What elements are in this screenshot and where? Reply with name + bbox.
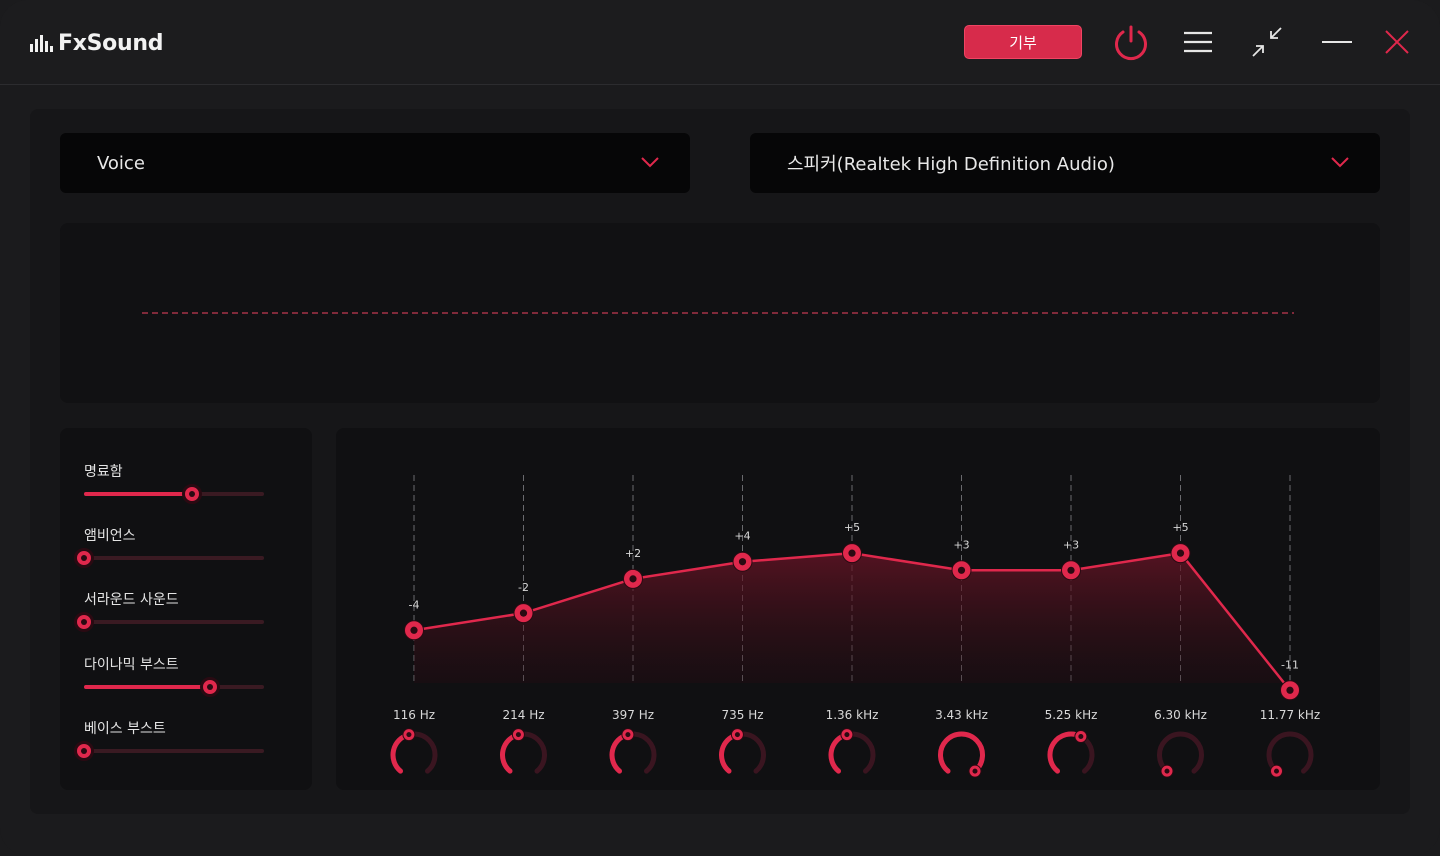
effect-label: 다이나믹 부스트	[84, 657, 179, 673]
band-gain-handle-center	[629, 575, 637, 583]
equalizer-panel: -4 116 Hz -2 214 Hz +2 397 Hz +4 735 Hz +5 1.36 k…	[336, 428, 1380, 790]
band-frequency-label: 11.77 kHz	[1260, 708, 1320, 722]
band-gain-handle-center	[1176, 549, 1185, 557]
band-knob-handle-center	[1078, 733, 1084, 739]
output-device-value: 스피커(Realtek High Definition Audio)	[787, 154, 1115, 175]
eq-curve-area	[414, 553, 1290, 691]
band-gain-label: +2	[625, 547, 641, 560]
collapse-icon[interactable]	[1250, 26, 1284, 58]
close-icon[interactable]	[1382, 27, 1412, 57]
band-knob-handle-center	[844, 732, 850, 738]
band-frequency-label: 214 Hz	[502, 708, 544, 722]
band-knob-handle-center	[1274, 768, 1280, 774]
band-frequency-label: 5.25 kHz	[1045, 708, 1098, 722]
band-frequency-label: 116 Hz	[393, 708, 435, 722]
effect-slider-thumb[interactable]	[200, 677, 220, 697]
preset-dropdown[interactable]: Voice	[60, 133, 690, 193]
band-gain-handle-center	[957, 566, 966, 574]
band-gain-handle-center	[519, 609, 528, 617]
effect-label: 앰비언스	[84, 528, 136, 544]
equalizer-graph: -4 116 Hz -2 214 Hz +2 397 Hz +4 735 Hz +5 1.36 k…	[390, 475, 1320, 778]
effect-slider-track[interactable]	[74, 548, 264, 568]
power-icon[interactable]	[1110, 22, 1152, 64]
band-knob-handle-center	[406, 732, 412, 738]
chevron-down-icon	[641, 157, 659, 168]
band-knob-handle-center	[734, 732, 740, 738]
band-gain-label: +3	[1063, 538, 1079, 551]
band-gain-label: +5	[844, 521, 860, 534]
minimize-icon[interactable]	[1320, 30, 1354, 54]
band-gain-label: +3	[953, 538, 969, 551]
band-frequency-label: 1.36 kHz	[826, 708, 879, 722]
band-gain-handle-center	[738, 558, 747, 566]
output-device-dropdown[interactable]: 스피커(Realtek High Definition Audio)	[750, 133, 1380, 193]
band-gain-label: -2	[518, 581, 529, 594]
band-knob-handle-center	[515, 732, 521, 738]
preset-value: Voice	[97, 152, 145, 174]
band-gain-label: -4	[409, 598, 420, 611]
effect-2: 서라운드 사운드	[74, 590, 264, 632]
band-knob-handle-center	[1164, 768, 1170, 774]
app-window: FxSound 기부 Voice 스피커(Realtek High Defini…	[0, 0, 1440, 856]
effect-0: 명료함	[84, 462, 264, 504]
band-gain-handle-center	[1286, 686, 1294, 694]
app-logo: FxSound	[30, 28, 163, 58]
band-gain-handle-center	[410, 626, 418, 634]
effect-slider-thumb[interactable]	[74, 741, 94, 761]
effect-slider-thumb[interactable]	[74, 612, 94, 632]
band-knob-handle-center	[972, 768, 978, 774]
band-gain-label: -11	[1281, 658, 1299, 671]
effect-4: 베이스 부스트	[74, 719, 264, 761]
band-frequency-label: 397 Hz	[612, 708, 654, 722]
effect-1: 앰비언스	[74, 526, 264, 568]
band-knob-handle-center	[625, 732, 631, 738]
visualizer-baseline	[142, 312, 1294, 314]
band-gain-label: +5	[1172, 521, 1188, 534]
band-frequency-label: 6.30 kHz	[1154, 708, 1207, 722]
effect-slider-thumb[interactable]	[74, 548, 94, 568]
effect-3: 다이나믹 부스트	[84, 655, 264, 697]
effect-label: 베이스 부스트	[84, 721, 166, 737]
band-frequency-label: 735 Hz	[721, 708, 763, 722]
effect-slider-track[interactable]	[74, 612, 264, 632]
effect-slider-track[interactable]	[84, 677, 264, 697]
effect-slider-fill	[84, 685, 210, 689]
band-gain-handle-center	[1067, 566, 1075, 574]
donate-button[interactable]: 기부	[964, 25, 1082, 59]
equalizer-logo-icon	[30, 35, 53, 52]
app-name: FxSound	[58, 30, 164, 56]
band-frequency-label: 3.43 kHz	[935, 708, 988, 722]
band-gain-label: +4	[734, 530, 750, 543]
chevron-down-icon	[1331, 157, 1349, 168]
effect-slider-track[interactable]	[84, 484, 264, 504]
spectrum-visualizer	[60, 223, 1380, 403]
title-bar: FxSound 기부	[0, 0, 1440, 85]
band-gain-handle-center	[848, 549, 856, 557]
effect-slider-thumb[interactable]	[182, 484, 202, 504]
effect-slider-track[interactable]	[74, 741, 264, 761]
effects-panel: 명료함앰비언스서라운드 사운드다이나믹 부스트베이스 부스트	[60, 428, 312, 790]
effect-label: 명료함	[84, 464, 123, 480]
effect-label: 서라운드 사운드	[84, 592, 179, 608]
menu-icon[interactable]	[1180, 28, 1216, 56]
effect-slider-fill	[84, 492, 192, 496]
